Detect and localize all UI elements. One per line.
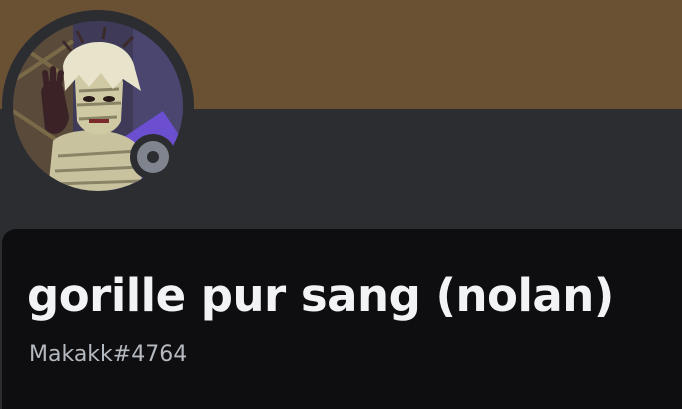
- username-tag[interactable]: Makakk#4764: [29, 340, 187, 370]
- display-name: gorille pur sang (nolan): [27, 269, 614, 322]
- status-indicator-center: [147, 151, 159, 163]
- user-profile-popout: gorille pur sang (nolan) Makakk#4764: [0, 0, 682, 409]
